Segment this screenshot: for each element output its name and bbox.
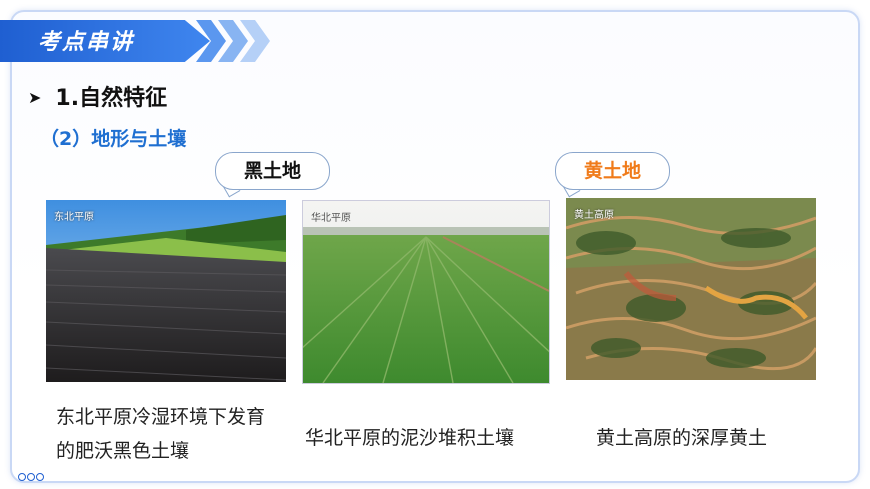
photo-label: 黄土高原 [574,210,614,221]
photo-loess-plateau: 黄土高原 [566,198,816,380]
photo-label: 华北平原 [311,213,351,224]
slide-title: 考点串讲 [38,30,135,55]
arrow-bullet-icon: ➤ [28,88,42,107]
caption-northeast: 东北平原冷湿环境下发育的肥沃黑色土壤 [56,406,266,462]
photo-label: 东北平原 [54,212,94,223]
dot-icon [27,473,35,481]
bubble-black-soil: 黑土地 [215,152,330,190]
photo-north-china-plain: 华北平原 [302,200,550,384]
section-subheading: （2）地形与土壤 [40,128,187,150]
pagination-dots [18,466,45,485]
caption-north-china: 华北平原的泥沙堆积土壤 [305,427,515,449]
photo-northeast-plain: 东北平原 [46,200,286,382]
dot-icon [18,473,26,481]
section-heading: ➤ 1.自然特征 [28,80,167,112]
dot-icon [36,473,44,481]
section-heading-text: 1.自然特征 [55,86,168,111]
caption-loess: 黄土高原的深厚黄土 [596,427,768,449]
bubble-yellow-soil: 黄土地 [555,152,670,190]
